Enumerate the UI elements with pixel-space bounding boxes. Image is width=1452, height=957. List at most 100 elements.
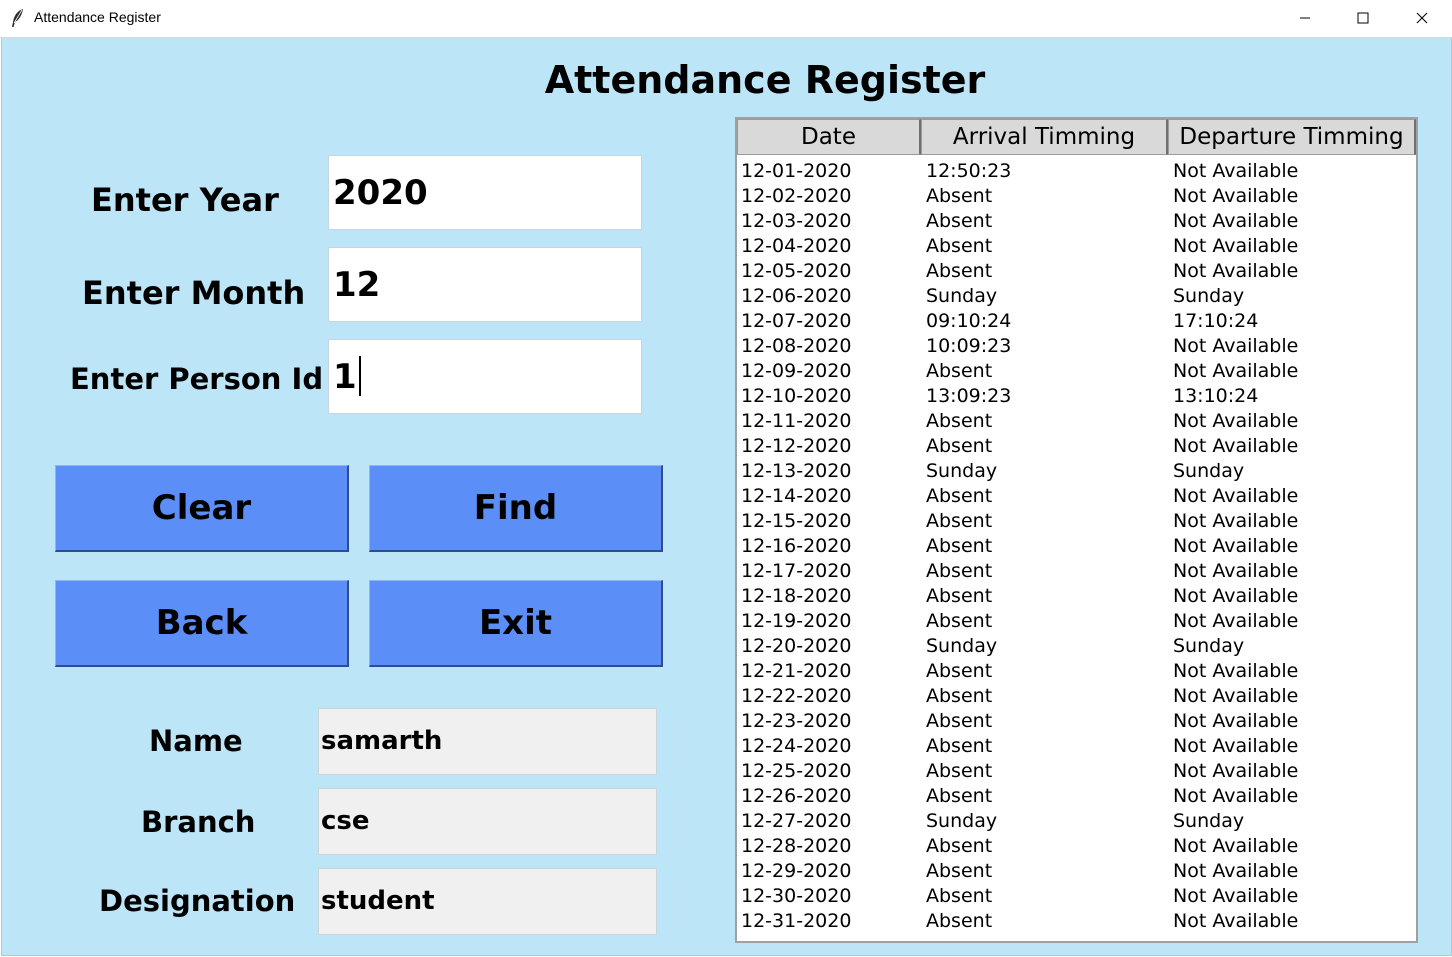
person-id-value: 1 bbox=[333, 357, 357, 397]
date-cell: 12-06-2020 bbox=[741, 285, 852, 307]
date-cell: 12-28-2020 bbox=[741, 835, 852, 857]
arrival-cell: Sunday bbox=[926, 635, 998, 657]
date-cell: 12-30-2020 bbox=[741, 885, 852, 907]
maximize-button[interactable] bbox=[1334, 0, 1392, 36]
table-row[interactable]: 12-31-2020 Absent Not Available bbox=[737, 909, 1416, 934]
table-row[interactable]: 12-22-2020 Absent Not Available bbox=[737, 684, 1416, 709]
table-row[interactable]: 12-08-2020 10:09:23 Not Available bbox=[737, 334, 1416, 359]
minimize-icon bbox=[1300, 17, 1310, 19]
table-row[interactable]: 12-07-2020 09:10:24 17:10:24 bbox=[737, 309, 1416, 334]
arrival-cell: Absent bbox=[926, 710, 993, 732]
date-cell: 12-10-2020 bbox=[741, 385, 852, 407]
departure-cell: Not Available bbox=[1173, 710, 1299, 732]
date-cell: 12-19-2020 bbox=[741, 610, 852, 632]
table-row[interactable]: 12-01-2020 12:50:23 Not Available bbox=[737, 159, 1416, 184]
table-row[interactable]: 12-13-2020 Sunday Sunday bbox=[737, 459, 1416, 484]
table-row[interactable]: 12-15-2020 Absent Not Available bbox=[737, 509, 1416, 534]
arrival-cell: Absent bbox=[926, 760, 993, 782]
year-label: Enter Year bbox=[91, 181, 279, 219]
table-row[interactable]: 12-26-2020 Absent Not Available bbox=[737, 784, 1416, 809]
clear-button[interactable]: Clear bbox=[55, 465, 349, 552]
arrival-cell: Sunday bbox=[926, 460, 998, 482]
departure-cell: Not Available bbox=[1173, 260, 1299, 282]
table-row[interactable]: 12-04-2020 Absent Not Available bbox=[737, 234, 1416, 259]
arrival-cell: Absent bbox=[926, 360, 993, 382]
table-row[interactable]: 12-14-2020 Absent Not Available bbox=[737, 484, 1416, 509]
close-button[interactable] bbox=[1393, 0, 1451, 36]
table-row[interactable]: 12-29-2020 Absent Not Available bbox=[737, 859, 1416, 884]
date-cell: 12-23-2020 bbox=[741, 710, 852, 732]
date-cell: 12-08-2020 bbox=[741, 335, 852, 357]
branch-label: Branch bbox=[141, 805, 256, 839]
month-value: 12 bbox=[333, 265, 381, 305]
table-row[interactable]: 12-16-2020 Absent Not Available bbox=[737, 534, 1416, 559]
departure-cell: Not Available bbox=[1173, 535, 1299, 557]
departure-cell: 13:10:24 bbox=[1173, 385, 1259, 407]
table-row[interactable]: 12-28-2020 Absent Not Available bbox=[737, 834, 1416, 859]
minimize-button[interactable] bbox=[1276, 0, 1334, 36]
arrival-cell: Absent bbox=[926, 560, 993, 582]
arrival-cell: 13:09:23 bbox=[926, 385, 1012, 407]
person-id-input[interactable]: 1 bbox=[328, 339, 642, 414]
table-row[interactable]: 12-20-2020 Sunday Sunday bbox=[737, 634, 1416, 659]
arrival-cell: Absent bbox=[926, 685, 993, 707]
date-cell: 12-11-2020 bbox=[741, 410, 852, 432]
departure-cell: Not Available bbox=[1173, 760, 1299, 782]
find-button[interactable]: Find bbox=[369, 465, 663, 552]
date-cell: 12-22-2020 bbox=[741, 685, 852, 707]
month-input[interactable]: 12 bbox=[328, 247, 642, 322]
column-header-date[interactable]: Date bbox=[737, 119, 921, 155]
table-row[interactable]: 12-24-2020 Absent Not Available bbox=[737, 734, 1416, 759]
departure-cell: Sunday bbox=[1173, 460, 1245, 482]
departure-cell: Not Available bbox=[1173, 435, 1299, 457]
table-row[interactable]: 12-21-2020 Absent Not Available bbox=[737, 659, 1416, 684]
date-cell: 12-14-2020 bbox=[741, 485, 852, 507]
arrival-cell: Absent bbox=[926, 435, 993, 457]
arrival-cell: Absent bbox=[926, 410, 993, 432]
departure-cell: Not Available bbox=[1173, 685, 1299, 707]
arrival-cell: Absent bbox=[926, 260, 993, 282]
departure-cell: 17:10:24 bbox=[1173, 310, 1259, 332]
table-row[interactable]: 12-02-2020 Absent Not Available bbox=[737, 184, 1416, 209]
arrival-cell: Absent bbox=[926, 660, 993, 682]
back-button[interactable]: Back bbox=[55, 580, 349, 667]
arrival-cell: 12:50:23 bbox=[926, 160, 1012, 182]
table-row[interactable]: 12-27-2020 Sunday Sunday bbox=[737, 809, 1416, 834]
year-input[interactable]: 2020 bbox=[328, 155, 642, 230]
table-row[interactable]: 12-11-2020 Absent Not Available bbox=[737, 409, 1416, 434]
date-cell: 12-16-2020 bbox=[741, 535, 852, 557]
arrival-cell: Absent bbox=[926, 910, 993, 932]
table-row[interactable]: 12-18-2020 Absent Not Available bbox=[737, 584, 1416, 609]
departure-cell: Not Available bbox=[1173, 185, 1299, 207]
table-header: Date Arrival Timming Departure Timming bbox=[737, 119, 1416, 157]
table-row[interactable]: 12-12-2020 Absent Not Available bbox=[737, 434, 1416, 459]
attendance-table[interactable]: Date Arrival Timming Departure Timming 1… bbox=[735, 117, 1418, 943]
departure-cell: Not Available bbox=[1173, 410, 1299, 432]
table-row[interactable]: 12-17-2020 Absent Not Available bbox=[737, 559, 1416, 584]
title-bar: Attendance Register bbox=[0, 0, 1452, 38]
date-cell: 12-09-2020 bbox=[741, 360, 852, 382]
table-row[interactable]: 12-30-2020 Absent Not Available bbox=[737, 884, 1416, 909]
table-row[interactable]: 12-19-2020 Absent Not Available bbox=[737, 609, 1416, 634]
table-row[interactable]: 12-10-2020 13:09:23 13:10:24 bbox=[737, 384, 1416, 409]
departure-cell: Not Available bbox=[1173, 160, 1299, 182]
date-cell: 12-18-2020 bbox=[741, 585, 852, 607]
date-cell: 12-01-2020 bbox=[741, 160, 852, 182]
date-cell: 12-17-2020 bbox=[741, 560, 852, 582]
arrival-cell: Absent bbox=[926, 860, 993, 882]
column-header-arrival[interactable]: Arrival Timming bbox=[921, 119, 1168, 155]
departure-cell: Not Available bbox=[1173, 560, 1299, 582]
name-field: samarth bbox=[318, 708, 657, 775]
month-label: Enter Month bbox=[82, 274, 306, 312]
person-id-label: Enter Person Id bbox=[70, 362, 324, 396]
column-header-departure[interactable]: Departure Timming bbox=[1168, 119, 1416, 155]
table-row[interactable]: 12-23-2020 Absent Not Available bbox=[737, 709, 1416, 734]
window-title: Attendance Register bbox=[34, 9, 161, 25]
arrival-cell: Absent bbox=[926, 585, 993, 607]
table-row[interactable]: 12-05-2020 Absent Not Available bbox=[737, 259, 1416, 284]
table-row[interactable]: 12-06-2020 Sunday Sunday bbox=[737, 284, 1416, 309]
table-row[interactable]: 12-09-2020 Absent Not Available bbox=[737, 359, 1416, 384]
table-row[interactable]: 12-25-2020 Absent Not Available bbox=[737, 759, 1416, 784]
table-row[interactable]: 12-03-2020 Absent Not Available bbox=[737, 209, 1416, 234]
exit-button[interactable]: Exit bbox=[369, 580, 663, 667]
